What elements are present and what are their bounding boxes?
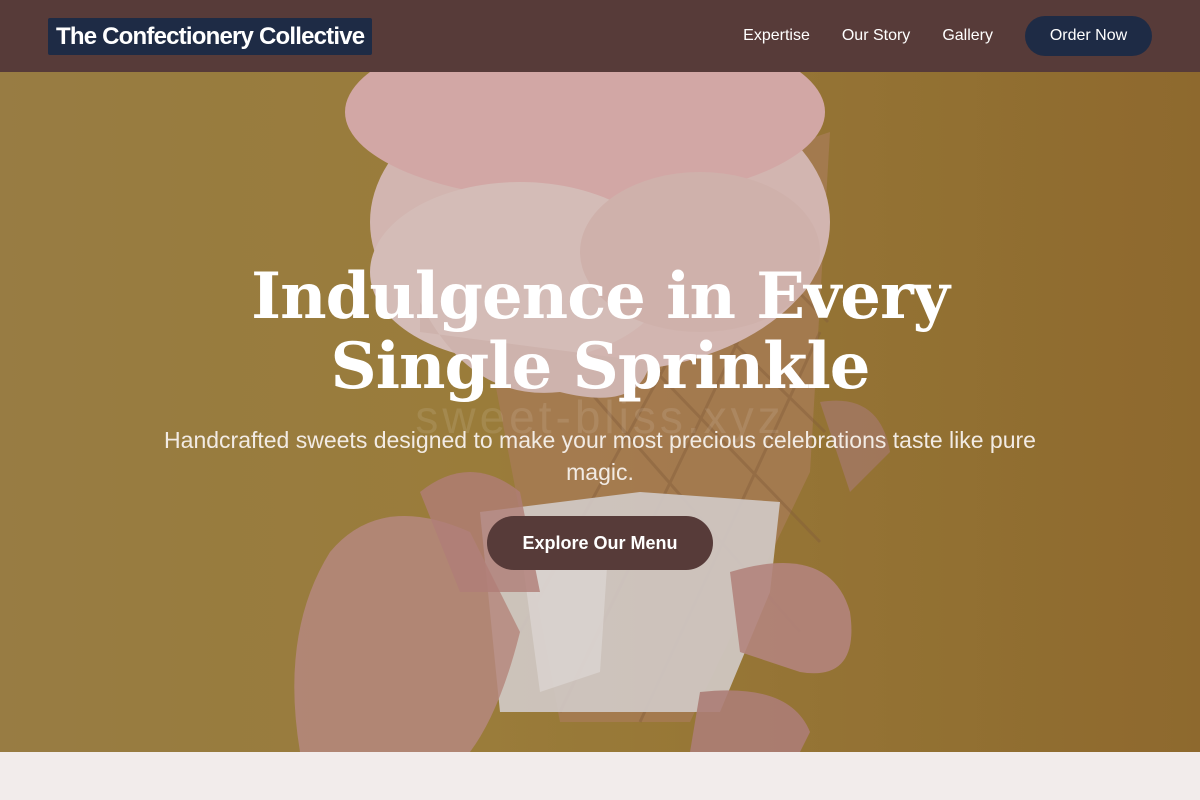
hero-section: sweet-bliss.xyz Indulgence in Every Sing… [0, 72, 1200, 752]
hero-title-line-1: Indulgence in Every [251, 259, 950, 334]
site-header: The Confectionery Collective Expertise O… [0, 0, 1200, 72]
order-now-button[interactable]: Order Now [1025, 16, 1152, 56]
hero-content: Indulgence in Every Single Sprinkle Hand… [150, 262, 1050, 570]
nav-link-expertise[interactable]: Expertise [743, 27, 810, 45]
next-section [0, 752, 1200, 800]
nav-link-our-story[interactable]: Our Story [842, 27, 910, 45]
main-nav: Expertise Our Story Gallery Order Now [743, 16, 1152, 56]
brand-logo[interactable]: The Confectionery Collective [48, 17, 373, 55]
hero-title-line-2: Single Sprinkle [330, 329, 870, 404]
explore-menu-button[interactable]: Explore Our Menu [487, 516, 713, 570]
hero-title: Indulgence in Every Single Sprinkle [150, 262, 1050, 402]
hero-subtitle: Handcrafted sweets designed to make your… [164, 427, 1036, 485]
nav-link-gallery[interactable]: Gallery [942, 27, 993, 45]
